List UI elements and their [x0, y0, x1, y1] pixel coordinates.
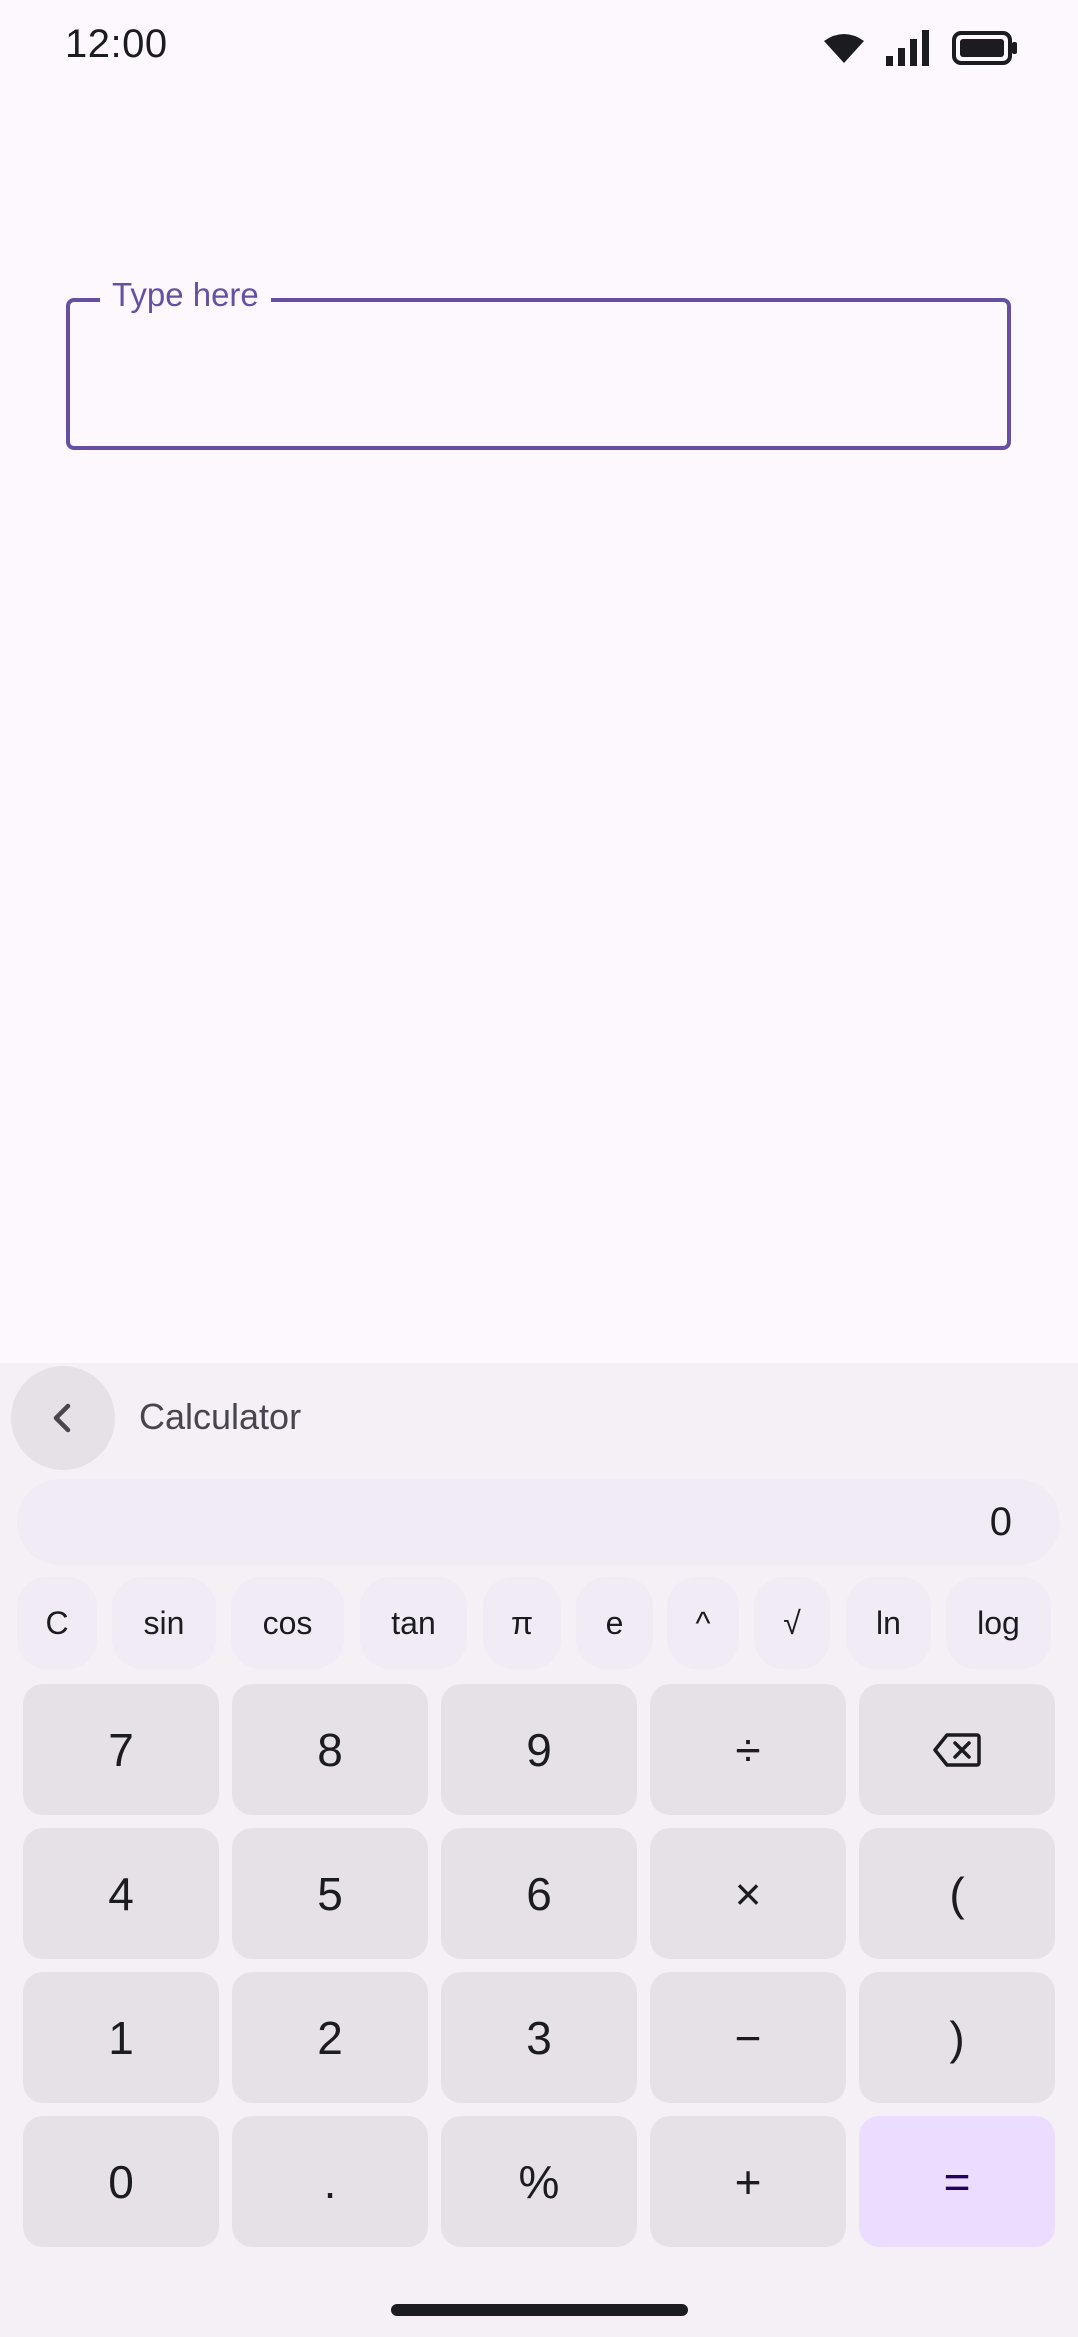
display-value: 0: [989, 1500, 1012, 1544]
status-icons: [824, 26, 1018, 70]
tan-key[interactable]: tan: [360, 1577, 467, 1669]
text-input[interactable]: [92, 330, 986, 422]
log-key[interactable]: log: [946, 1577, 1051, 1669]
minus-key[interactable]: −: [650, 1972, 846, 2103]
text-field-label: Type here: [100, 276, 271, 314]
key-4[interactable]: 4: [23, 1828, 219, 1959]
open-paren-key[interactable]: (: [859, 1828, 1055, 1959]
key-7[interactable]: 7: [23, 1684, 219, 1815]
key-6[interactable]: 6: [441, 1828, 637, 1959]
decimal-key[interactable]: .: [232, 2116, 428, 2247]
backspace-icon: [933, 1732, 981, 1767]
percent-key[interactable]: %: [441, 2116, 637, 2247]
close-paren-key[interactable]: ): [859, 1972, 1055, 2103]
key-8[interactable]: 8: [232, 1684, 428, 1815]
calculator-display: 0: [17, 1479, 1060, 1565]
key-1[interactable]: 1: [23, 1972, 219, 2103]
key-3[interactable]: 3: [441, 1972, 637, 2103]
key-5[interactable]: 5: [232, 1828, 428, 1959]
cellular-signal-icon: [886, 30, 929, 66]
key-2[interactable]: 2: [232, 1972, 428, 2103]
key-9[interactable]: 9: [441, 1684, 637, 1815]
sin-key[interactable]: sin: [112, 1577, 216, 1669]
back-button[interactable]: [11, 1366, 115, 1470]
key-0[interactable]: 0: [23, 2116, 219, 2247]
home-indicator[interactable]: [391, 2304, 688, 2316]
wifi-icon: [824, 34, 864, 63]
divide-key[interactable]: ÷: [650, 1684, 846, 1815]
sqrt-key[interactable]: √: [754, 1577, 830, 1669]
equals-key[interactable]: =: [859, 2116, 1055, 2247]
status-time: 12:00: [65, 22, 168, 66]
chevron-left-icon: [53, 1403, 71, 1433]
plus-key[interactable]: +: [650, 2116, 846, 2247]
clear-key[interactable]: C: [17, 1577, 97, 1669]
battery-icon: [952, 31, 1017, 65]
ln-key[interactable]: ln: [846, 1577, 931, 1669]
e-key[interactable]: e: [576, 1577, 653, 1669]
cos-key[interactable]: cos: [231, 1577, 344, 1669]
power-key[interactable]: ^: [667, 1577, 739, 1669]
multiply-key[interactable]: ×: [650, 1828, 846, 1959]
keyboard-title: Calculator: [139, 1396, 302, 1437]
backspace-key[interactable]: [859, 1684, 1055, 1815]
pi-key[interactable]: π: [483, 1577, 561, 1669]
